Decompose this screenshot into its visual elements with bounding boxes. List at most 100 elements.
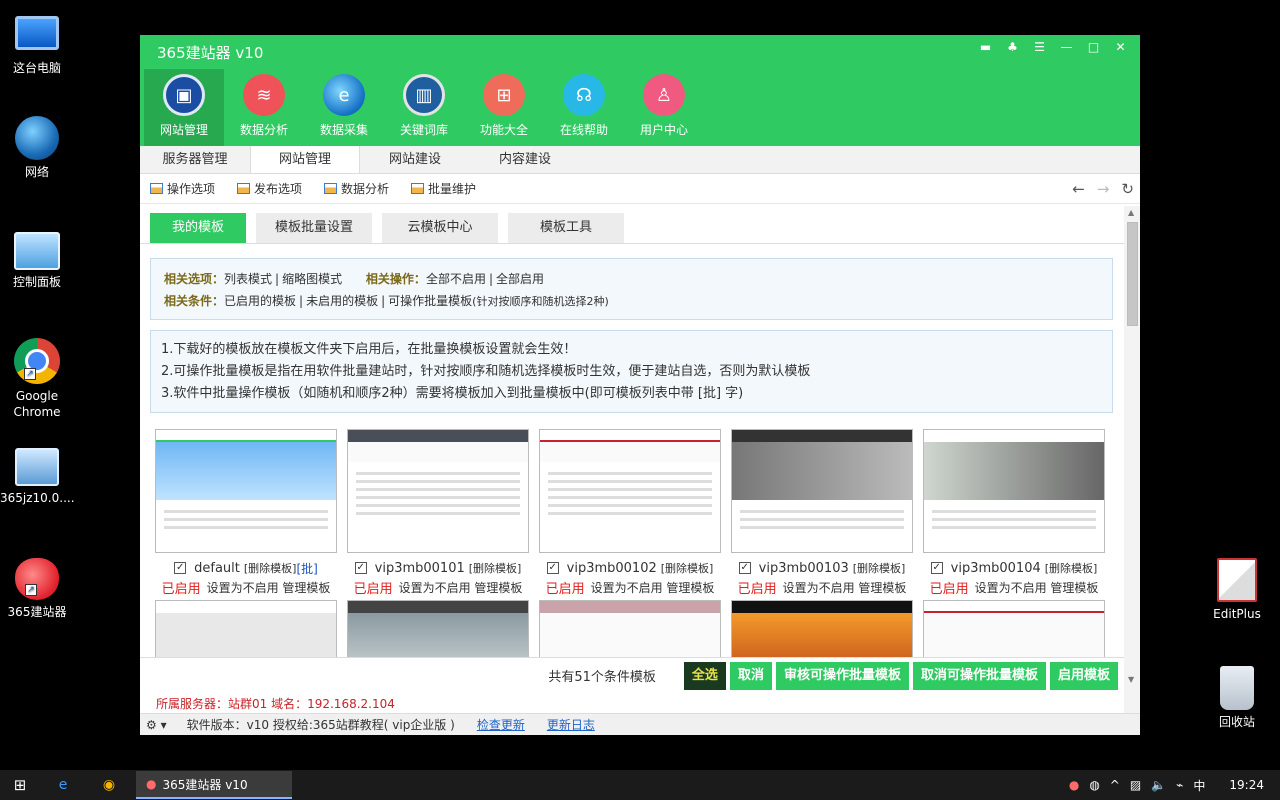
manage-template-link[interactable]: 管理模板: [666, 579, 714, 596]
menu-icon[interactable]: ☰: [1032, 40, 1047, 55]
subtab-site-management[interactable]: 网站管理: [250, 146, 360, 173]
network-error-icon[interactable]: ▨: [1130, 778, 1141, 792]
template-thumbnail[interactable]: [923, 600, 1105, 657]
template-checkbox[interactable]: ✓: [930, 562, 943, 574]
update-log-link[interactable]: 更新日志: [547, 716, 595, 733]
maximize-icon[interactable]: □: [1086, 40, 1101, 55]
desktop-icon-365[interactable]: ↗ 365建站器: [0, 558, 74, 620]
manage-template-link[interactable]: 管理模板: [474, 579, 522, 596]
delete-template-link[interactable]: [删除模板]: [244, 560, 297, 576]
manage-template-link[interactable]: 管理模板: [282, 579, 330, 596]
check-update-link[interactable]: 检查更新: [477, 716, 525, 733]
nav-keyword-library[interactable]: ▥ 关键词库: [384, 69, 464, 146]
nav-user-center[interactable]: ♙ 用户中心: [624, 69, 704, 146]
cancel-button[interactable]: 取消: [729, 661, 772, 690]
ie-icon[interactable]: e: [40, 777, 86, 793]
link-thumbnail-mode[interactable]: 缩略图模式: [282, 272, 342, 286]
back-arrow-icon[interactable]: ←: [1072, 180, 1085, 198]
manage-template-link[interactable]: 管理模板: [858, 579, 906, 596]
minimize-icon[interactable]: —: [1059, 40, 1074, 55]
nav-online-help[interactable]: ☊ 在线帮助: [544, 69, 624, 146]
delete-template-link[interactable]: [删除模板]: [1045, 560, 1098, 576]
scroll-up-icon[interactable]: ▲: [1128, 208, 1134, 217]
apple-tray-icon[interactable]: ●: [1069, 778, 1079, 792]
link-batch-templates[interactable]: 可操作批量模板: [388, 294, 472, 308]
delete-template-link[interactable]: [删除模板]: [853, 560, 906, 576]
manage-template-link[interactable]: 管理模板: [1050, 579, 1098, 596]
desktop-icon-editplus[interactable]: EditPlus: [1200, 558, 1274, 622]
ime-indicator[interactable]: 中: [1193, 777, 1205, 794]
nav-data-analysis[interactable]: ≋ 数据分析: [224, 69, 304, 146]
nav-all-features[interactable]: ⊞ 功能大全: [464, 69, 544, 146]
template-thumbnail[interactable]: [347, 600, 529, 657]
desktop-icon-chrome[interactable]: ↗ Google Chrome: [0, 338, 74, 420]
template-thumbnail[interactable]: [347, 429, 529, 553]
set-disabled-link[interactable]: 设置为不启用: [975, 579, 1047, 596]
template-thumbnail[interactable]: [731, 429, 913, 553]
subtab-content-building[interactable]: 内容建设: [470, 146, 580, 173]
template-checkbox[interactable]: ✓: [546, 562, 559, 574]
tab-my-templates[interactable]: 我的模板: [150, 213, 246, 243]
settings-gear-icon[interactable]: ⚙ ▾: [146, 718, 167, 732]
windows-start-icon[interactable]: ⊞: [0, 776, 40, 794]
close-icon[interactable]: ✕: [1113, 40, 1128, 55]
app-tray-icon[interactable]: ◍: [1089, 778, 1099, 792]
template-checkbox[interactable]: ✓: [174, 562, 187, 574]
tool-batch-maintenance[interactable]: 批量维护: [411, 180, 476, 197]
tool-operation-options[interactable]: 操作选项: [150, 180, 215, 197]
tool-publish-options[interactable]: 发布选项: [237, 180, 302, 197]
desktop-icon-installer[interactable]: 365jz10.0....: [0, 448, 75, 506]
scroll-thumb[interactable]: [1127, 222, 1138, 326]
template-thumbnail[interactable]: [155, 600, 337, 657]
select-all-button[interactable]: 全选: [683, 661, 726, 690]
message-icon[interactable]: ▬: [978, 40, 993, 55]
set-disabled-link[interactable]: 设置为不启用: [399, 579, 471, 596]
vertical-scrollbar[interactable]: ▲ ▼: [1124, 206, 1140, 714]
delete-template-link[interactable]: [删除模板]: [469, 560, 522, 576]
template-checkbox[interactable]: ✓: [354, 562, 367, 574]
nav-data-collection[interactable]: e 数据采集: [304, 69, 384, 146]
set-disabled-link[interactable]: 设置为不启用: [783, 579, 855, 596]
enable-template-button[interactable]: 启用模板: [1049, 661, 1118, 690]
scroll-down-icon[interactable]: ▼: [1128, 675, 1134, 684]
template-checkbox[interactable]: ✓: [738, 562, 751, 574]
tab-batch-settings[interactable]: 模板批量设置: [256, 213, 372, 243]
link-enable-all[interactable]: 全部启用: [496, 272, 544, 286]
set-disabled-link[interactable]: 设置为不启用: [591, 579, 663, 596]
desktop-icon-network[interactable]: 网络: [0, 116, 74, 180]
tab-cloud-templates[interactable]: 云模板中心: [382, 213, 498, 243]
audit-batch-button[interactable]: 审核可操作批量模板: [775, 661, 909, 690]
template-thumbnail[interactable]: [731, 600, 913, 657]
desktop-icon-recycle-bin[interactable]: 回收站: [1200, 666, 1274, 730]
link-disabled-templates[interactable]: 未启用的模板: [306, 294, 378, 308]
nav-site-management[interactable]: ▣ 网站管理: [144, 69, 224, 146]
template-thumbnail[interactable]: [155, 429, 337, 553]
link-disable-all[interactable]: 全部不启用: [426, 272, 486, 286]
desktop-icon-control-panel[interactable]: 控制面板: [0, 232, 74, 290]
chrome-taskbar-icon[interactable]: ◉: [86, 777, 132, 793]
template-thumbnail[interactable]: [539, 600, 721, 657]
refresh-icon[interactable]: ↻: [1121, 180, 1134, 198]
subtab-server-management[interactable]: 服务器管理: [140, 146, 250, 173]
template-thumbnail[interactable]: [539, 429, 721, 553]
template-thumbnail[interactable]: [923, 429, 1105, 553]
subtab-site-building[interactable]: 网站建设: [360, 146, 470, 173]
grid-icon: ⊞: [483, 74, 525, 116]
clock[interactable]: 19:24: [1229, 778, 1264, 792]
desktop-icon-this-pc[interactable]: 这台电脑: [0, 8, 74, 76]
template-name-row: ✓ vip3mb00103 [删除模板]: [731, 558, 913, 578]
cancel-batch-button[interactable]: 取消可操作批量模板: [912, 661, 1046, 690]
forward-arrow-icon[interactable]: →: [1097, 180, 1110, 198]
tab-template-tools[interactable]: 模板工具: [508, 213, 624, 243]
taskbar-app-365[interactable]: ● 365建站器 v10: [136, 771, 292, 799]
set-disabled-link[interactable]: 设置为不启用: [207, 579, 279, 596]
link-list-mode[interactable]: 列表模式: [224, 272, 272, 286]
link-enabled-templates[interactable]: 已启用的模板: [224, 294, 296, 308]
apple-app-icon: ●: [146, 777, 157, 791]
volume-icon[interactable]: 🔈: [1151, 778, 1166, 792]
chevron-up-icon[interactable]: ^: [1110, 778, 1120, 792]
skin-icon[interactable]: ♣: [1005, 40, 1020, 55]
wifi-icon[interactable]: ⌁: [1176, 778, 1183, 792]
tool-data-analysis[interactable]: 数据分析: [324, 180, 389, 197]
delete-template-link[interactable]: [删除模板]: [661, 560, 714, 576]
